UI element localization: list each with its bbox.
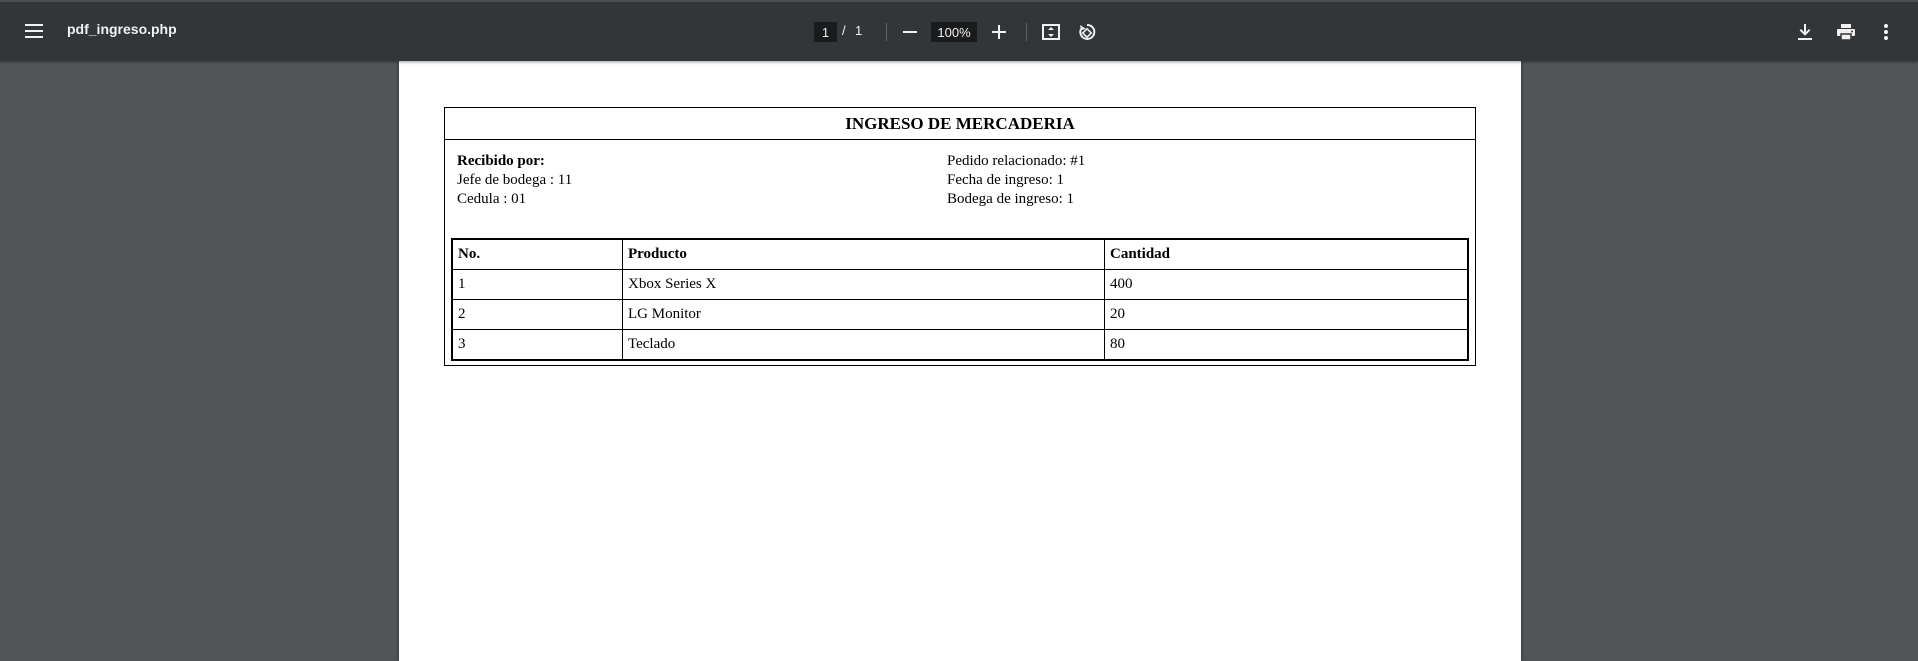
table-row: 2 LG Monitor 20 bbox=[451, 299, 1469, 330]
rotate-button[interactable] bbox=[1071, 16, 1103, 48]
received-by-label: Recibido por: bbox=[457, 153, 545, 169]
fit-to-page-button[interactable] bbox=[1035, 16, 1067, 48]
zoom-level-input[interactable] bbox=[931, 22, 977, 42]
cedula: Cedula : 01 bbox=[457, 191, 527, 207]
total-pages: 1 bbox=[855, 23, 863, 38]
cell-quantity: 80 bbox=[1104, 329, 1469, 361]
related-order: Pedido relacionado: #1 bbox=[947, 153, 1086, 169]
page-number-input[interactable] bbox=[814, 22, 837, 42]
download-button[interactable] bbox=[1789, 16, 1821, 48]
column-header-product: Producto bbox=[622, 238, 1105, 270]
rotate-icon bbox=[1078, 23, 1096, 41]
more-vert-icon bbox=[1884, 24, 1888, 40]
cell-no: 1 bbox=[451, 269, 623, 300]
toolbar-divider bbox=[886, 23, 887, 41]
toolbar-divider bbox=[1026, 23, 1027, 41]
pdf-toolbar: pdf_ingreso.php / 1 bbox=[0, 0, 1918, 61]
items-table: No. Producto Cantidad 1 Xbox Series X 40… bbox=[451, 238, 1469, 361]
document-title: pdf_ingreso.php bbox=[67, 21, 177, 37]
table-row: 1 Xbox Series X 400 bbox=[451, 269, 1469, 300]
print-icon bbox=[1837, 24, 1855, 40]
document-frame: INGRESO DE MERCADERIA Recibido por: Jefe… bbox=[444, 107, 1476, 366]
column-header-quantity: Cantidad bbox=[1104, 238, 1469, 270]
zoom-in-button[interactable] bbox=[983, 16, 1015, 48]
order-info: Pedido relacionado: #1 Fecha de ingreso:… bbox=[947, 152, 1085, 209]
cell-no: 2 bbox=[451, 299, 623, 330]
minus-icon bbox=[903, 25, 917, 39]
column-header-no: No. bbox=[451, 238, 623, 270]
pdf-page: INGRESO DE MERCADERIA Recibido por: Jefe… bbox=[399, 61, 1521, 661]
cell-product: Xbox Series X bbox=[622, 269, 1105, 300]
table-row: 3 Teclado 80 bbox=[451, 329, 1469, 361]
cell-product: LG Monitor bbox=[622, 299, 1105, 330]
info-section: Recibido por: Jefe de bodega : 11 Cedula… bbox=[445, 140, 1475, 220]
entry-date: Fecha de ingreso: 1 bbox=[947, 172, 1065, 188]
plus-icon bbox=[992, 25, 1006, 39]
cell-quantity: 400 bbox=[1104, 269, 1469, 300]
cell-product: Teclado bbox=[622, 329, 1105, 361]
print-button[interactable] bbox=[1830, 16, 1862, 48]
warehouse-chief: Jefe de bodega : 11 bbox=[457, 172, 573, 188]
zoom-out-button[interactable] bbox=[894, 16, 926, 48]
document-heading: INGRESO DE MERCADERIA bbox=[445, 108, 1475, 140]
menu-icon bbox=[25, 24, 43, 38]
more-options-button[interactable] bbox=[1870, 16, 1902, 48]
entry-warehouse: Bodega de ingreso: 1 bbox=[947, 191, 1075, 207]
menu-button[interactable] bbox=[18, 15, 50, 47]
fit-page-icon bbox=[1042, 24, 1060, 40]
download-icon bbox=[1798, 24, 1812, 40]
receiver-info: Recibido por: Jefe de bodega : 11 Cedula… bbox=[457, 152, 572, 209]
cell-quantity: 20 bbox=[1104, 299, 1469, 330]
cell-no: 3 bbox=[451, 329, 623, 361]
table-header-row: No. Producto Cantidad bbox=[451, 238, 1469, 270]
page-separator: / bbox=[842, 23, 846, 38]
